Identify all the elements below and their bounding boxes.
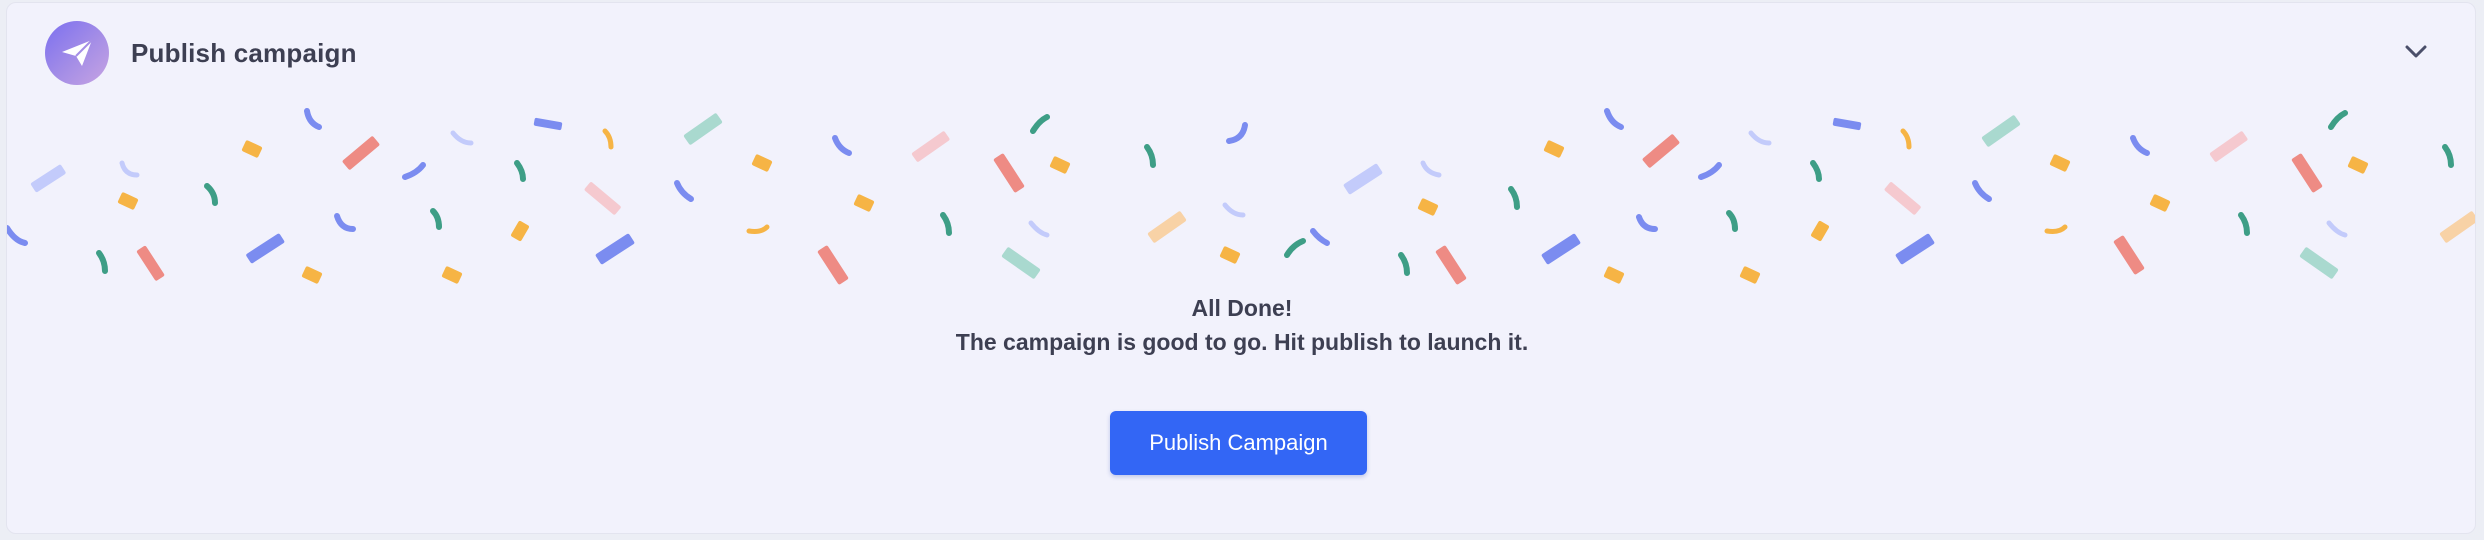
confetti-piece	[1698, 162, 1722, 180]
confetti-piece	[1884, 182, 1921, 215]
confetti-piece	[301, 266, 323, 284]
confetti-piece	[2328, 110, 2348, 130]
paper-plane-icon	[45, 21, 109, 85]
confetti-piece	[1001, 247, 1041, 279]
card-header: Publish campaign	[45, 20, 357, 86]
confetti-piece	[533, 117, 563, 131]
confetti-piece	[1284, 238, 1306, 258]
confetti-piece	[204, 183, 218, 206]
confetti-piece	[1417, 198, 1439, 216]
confetti-piece	[2113, 235, 2145, 275]
confetti-piece	[1981, 115, 2021, 147]
confetti-piece	[1219, 246, 1241, 264]
completion-message: All Done! The campaign is good to go. Hi…	[7, 291, 2475, 359]
confetti-piece	[746, 224, 770, 234]
confetti-piece	[1310, 228, 1330, 246]
confetti-piece	[1420, 160, 1442, 178]
confetti-piece	[1972, 180, 1992, 202]
confetti-piece	[2347, 156, 2369, 174]
confetti-piece	[30, 164, 66, 193]
confetti-piece	[2291, 153, 2323, 193]
confetti-piece	[584, 182, 621, 215]
confetti-piece	[334, 213, 356, 232]
confetti-piece	[402, 162, 426, 180]
confetti-piece	[1343, 163, 1383, 195]
confetti-piece	[817, 245, 849, 285]
confetti-piece	[1226, 122, 1248, 144]
confetti-piece	[119, 160, 140, 178]
confetti-piece	[1028, 220, 1050, 238]
confetti-piece	[342, 136, 380, 170]
confetti-piece	[241, 140, 263, 158]
confetti-piece	[2439, 211, 2475, 243]
confetti-piece	[1398, 252, 1410, 276]
confetti-piece	[2044, 224, 2068, 234]
confetti-piece	[136, 245, 165, 281]
confetti-piece	[1604, 108, 1624, 130]
confetti-piece	[1642, 134, 1680, 168]
confetti-piece	[1144, 144, 1156, 168]
publish-campaign-button[interactable]: Publish Campaign	[1110, 411, 1367, 475]
confetti-piece	[2326, 220, 2348, 238]
confetti-piece	[1603, 266, 1625, 284]
confetti-piece	[993, 153, 1025, 193]
confetti-piece	[853, 194, 875, 212]
confetti-piece	[2130, 135, 2150, 156]
confetti-piece	[911, 131, 950, 162]
confetti-piece	[514, 160, 526, 182]
confetti-piece	[511, 220, 529, 242]
confetti-piece	[832, 135, 852, 156]
message-body: The campaign is good to go. Hit publish …	[955, 329, 1529, 355]
confetti-piece	[1147, 211, 1187, 243]
confetti-piece	[2149, 194, 2171, 212]
confetti-piece	[1726, 210, 1738, 232]
publish-campaign-card: Publish campaign All Done! The campaign …	[6, 2, 2476, 534]
confetti-piece	[1636, 214, 1658, 232]
confetti-piece	[1810, 160, 1822, 182]
card-title: Publish campaign	[131, 37, 357, 68]
confetti-piece	[1895, 233, 1935, 265]
confetti-piece	[2209, 131, 2248, 162]
confetti-piece	[1900, 128, 1912, 150]
confetti-piece	[2238, 212, 2250, 236]
confetti-piece	[96, 250, 108, 274]
confetti-piece	[1435, 245, 1467, 285]
confetti-piece	[304, 108, 322, 130]
confetti-piece	[940, 212, 952, 236]
confetti-piece	[441, 266, 463, 284]
confetti-piece	[2299, 247, 2339, 279]
confetti-piece	[2442, 144, 2454, 168]
confetti-piece	[1049, 156, 1071, 174]
confetti-piece	[1739, 266, 1761, 284]
message-heading: All Done!	[1191, 295, 1293, 321]
confetti-piece	[1222, 202, 1246, 218]
confetti-piece	[674, 180, 694, 202]
confetti-piece	[450, 130, 474, 146]
confetti-piece	[117, 192, 139, 210]
confetti-piece	[683, 113, 723, 145]
chevron-down-icon[interactable]	[2401, 37, 2431, 67]
confetti-piece	[1030, 114, 1050, 134]
confetti-piece	[430, 208, 442, 230]
confetti-piece	[595, 233, 635, 265]
confetti-piece	[246, 233, 285, 264]
confetti-piece	[751, 154, 773, 172]
confetti-piece	[2049, 154, 2071, 172]
confetti-piece	[7, 225, 28, 246]
confetti-piece	[1543, 140, 1565, 158]
confetti-piece	[1811, 220, 1829, 242]
confetti-piece	[1541, 233, 1581, 265]
confetti-piece	[1748, 130, 1772, 146]
confetti-piece	[602, 128, 614, 150]
confetti-piece	[1508, 186, 1520, 210]
confetti-piece	[1832, 117, 1862, 131]
